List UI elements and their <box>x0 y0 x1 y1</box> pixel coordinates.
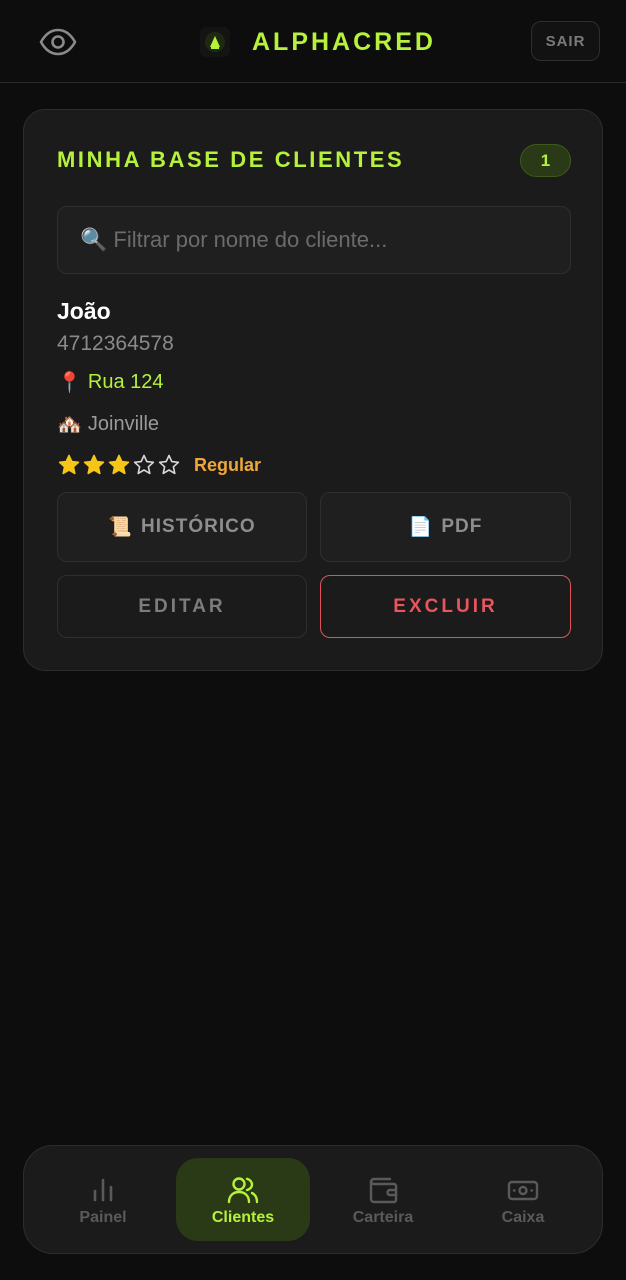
pdf-button[interactable]: 📄 PDF <box>320 492 571 562</box>
history-button[interactable]: 📜 HISTÓRICO <box>57 492 307 562</box>
document-icon: 📄 <box>408 517 434 538</box>
card-title: MINHA BASE DE CLIENTES <box>57 147 405 172</box>
users-icon <box>227 1176 259 1203</box>
pdf-button-label: PDF <box>441 516 483 537</box>
star-empty-icon <box>158 454 180 475</box>
client-rating: Regular <box>57 453 261 477</box>
nav-item-painel[interactable]: Painel <box>36 1158 170 1241</box>
scroll-icon: 📜 <box>108 517 134 538</box>
edit-button[interactable]: EDITAR <box>57 575 307 638</box>
client-count-badge: 1 <box>520 144 571 177</box>
nav-item-label: Caixa <box>501 1208 545 1226</box>
pin-icon: 📍 <box>57 372 82 394</box>
brand: ALPHACRED <box>200 24 436 60</box>
delete-button[interactable]: EXCLUIR <box>320 575 571 638</box>
nav-item-carteira[interactable]: Carteira <box>316 1158 450 1241</box>
nav-item-caixa[interactable]: Caixa <box>456 1158 590 1241</box>
search-box[interactable]: 🔍 <box>57 206 571 274</box>
star-filled-icon <box>58 454 80 475</box>
magnifier-icon: 🔍 <box>80 227 108 252</box>
rating-stars <box>57 453 181 477</box>
star-filled-icon <box>83 454 105 475</box>
bottom-nav: Painel Clientes Carteira Caixa <box>23 1145 603 1254</box>
rating-label: Regular <box>194 454 262 475</box>
clients-card: MINHA BASE DE CLIENTES 1 🔍 João 47123645… <box>23 109 603 671</box>
star-filled-icon <box>108 454 130 475</box>
wallet-icon <box>369 1177 398 1203</box>
client-name: João <box>57 298 111 324</box>
client-city: 🏘️ Joinville <box>57 412 159 437</box>
nav-item-label: Painel <box>79 1208 127 1226</box>
client-address-text: Rua 124 <box>87 371 164 393</box>
nav-item-clientes[interactable]: Clientes <box>176 1158 310 1241</box>
logout-button[interactable]: SAIR <box>531 21 600 61</box>
client-search-input[interactable] <box>113 227 554 253</box>
toggle-visibility-button[interactable] <box>36 22 80 62</box>
client-city-text: Joinville <box>87 413 160 435</box>
client-address: 📍 Rua 124 <box>57 370 164 395</box>
client-document: 4712364578 <box>57 332 174 355</box>
nav-item-label: Clientes <box>211 1208 275 1226</box>
history-button-label: HISTÓRICO <box>141 516 256 537</box>
nav-item-label: Carteira <box>352 1208 414 1226</box>
app-header: ALPHACRED SAIR <box>0 0 626 83</box>
houses-icon: 🏘️ <box>57 414 82 436</box>
bar-chart-icon <box>93 1178 113 1201</box>
brand-logo-icon <box>200 27 230 57</box>
star-empty-icon <box>133 454 155 475</box>
cash-icon <box>507 1180 539 1200</box>
brand-name: ALPHACRED <box>252 27 436 56</box>
eye-icon <box>39 28 77 56</box>
